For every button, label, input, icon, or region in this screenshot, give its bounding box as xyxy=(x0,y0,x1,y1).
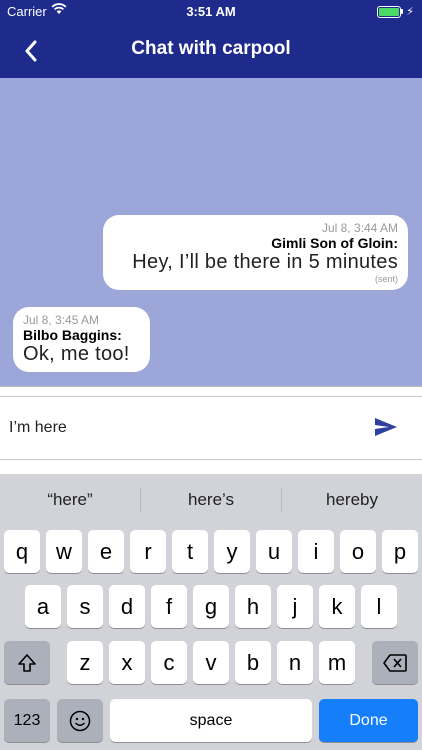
message-input-value: I’m here xyxy=(9,419,67,436)
keyboard: “here” here’s hereby q w e r t y u i o p… xyxy=(0,474,422,750)
send-button[interactable] xyxy=(374,417,398,442)
key-n[interactable]: n xyxy=(277,641,313,684)
key-u[interactable]: u xyxy=(256,530,292,573)
key-m[interactable]: m xyxy=(319,641,355,684)
space-key[interactable]: space xyxy=(110,699,312,742)
key-h[interactable]: h xyxy=(235,585,271,628)
shift-icon xyxy=(18,653,36,672)
message-status: (sent) xyxy=(374,274,398,284)
backspace-icon xyxy=(383,653,407,672)
message-author: Bilbo Baggins: xyxy=(23,327,122,343)
navigation-bar: Chat with carpool xyxy=(0,24,422,78)
clock: 3:51 AM xyxy=(186,4,236,19)
key-f[interactable]: f xyxy=(151,585,187,628)
message-timestamp: Jul 8, 3:44 AM xyxy=(321,221,398,235)
key-s[interactable]: s xyxy=(67,585,103,628)
suggestion-2[interactable]: here’s xyxy=(141,490,281,510)
done-key[interactable]: Done xyxy=(319,699,418,742)
top-bar: Carrier 3:51 AM ⚡ Chat with carpool xyxy=(0,0,422,78)
key-q[interactable]: q xyxy=(4,530,40,573)
message-text: Hey, I’ll be there in 5 minutes xyxy=(132,251,398,273)
key-g[interactable]: g xyxy=(193,585,229,628)
key-k[interactable]: k xyxy=(319,585,355,628)
key-i[interactable]: i xyxy=(298,530,334,573)
numbers-key[interactable]: 123 xyxy=(4,699,50,742)
emoji-key[interactable] xyxy=(57,699,103,742)
delete-key[interactable] xyxy=(372,641,418,684)
message-input[interactable]: I’m here xyxy=(0,396,422,460)
key-l[interactable]: l xyxy=(361,585,397,628)
message-author: Gimli Son of Gloin: xyxy=(271,235,398,251)
message-text: Ok, me too! xyxy=(23,343,130,365)
suggestion-1[interactable]: “here” xyxy=(0,490,140,510)
page-title: Chat with carpool xyxy=(131,38,291,59)
key-v[interactable]: v xyxy=(193,641,229,684)
shift-key[interactable] xyxy=(4,641,50,684)
message-timestamp: Jul 8, 3:45 AM xyxy=(23,313,100,327)
key-o[interactable]: o xyxy=(340,530,376,573)
key-x[interactable]: x xyxy=(109,641,145,684)
send-icon xyxy=(375,418,397,436)
key-t[interactable]: t xyxy=(172,530,208,573)
key-b[interactable]: b xyxy=(235,641,271,684)
message-bubble-incoming: Jul 8, 3:45 AM Bilbo Baggins: Ok, me too… xyxy=(13,307,150,372)
suggestion-3[interactable]: hereby xyxy=(282,490,422,510)
key-d[interactable]: d xyxy=(109,585,145,628)
key-w[interactable]: w xyxy=(46,530,82,573)
emoji-icon xyxy=(69,710,91,731)
battery-icon: ⚡ xyxy=(377,5,414,18)
key-y[interactable]: y xyxy=(214,530,250,573)
chat-area[interactable]: Jul 8, 3:44 AM Gimli Son of Gloin: Hey, … xyxy=(0,78,422,386)
key-z[interactable]: z xyxy=(67,641,103,684)
key-c[interactable]: c xyxy=(151,641,187,684)
status-bar: Carrier 3:51 AM ⚡ xyxy=(0,0,422,24)
composer-bar: I’m here xyxy=(0,386,422,474)
message-bubble-outgoing: Jul 8, 3:44 AM Gimli Son of Gloin: Hey, … xyxy=(103,215,408,290)
key-j[interactable]: j xyxy=(277,585,313,628)
key-p[interactable]: p xyxy=(382,530,418,573)
key-a[interactable]: a xyxy=(25,585,61,628)
key-r[interactable]: r xyxy=(130,530,166,573)
suggestion-bar: “here” here’s hereby xyxy=(0,474,422,526)
key-e[interactable]: e xyxy=(88,530,124,573)
